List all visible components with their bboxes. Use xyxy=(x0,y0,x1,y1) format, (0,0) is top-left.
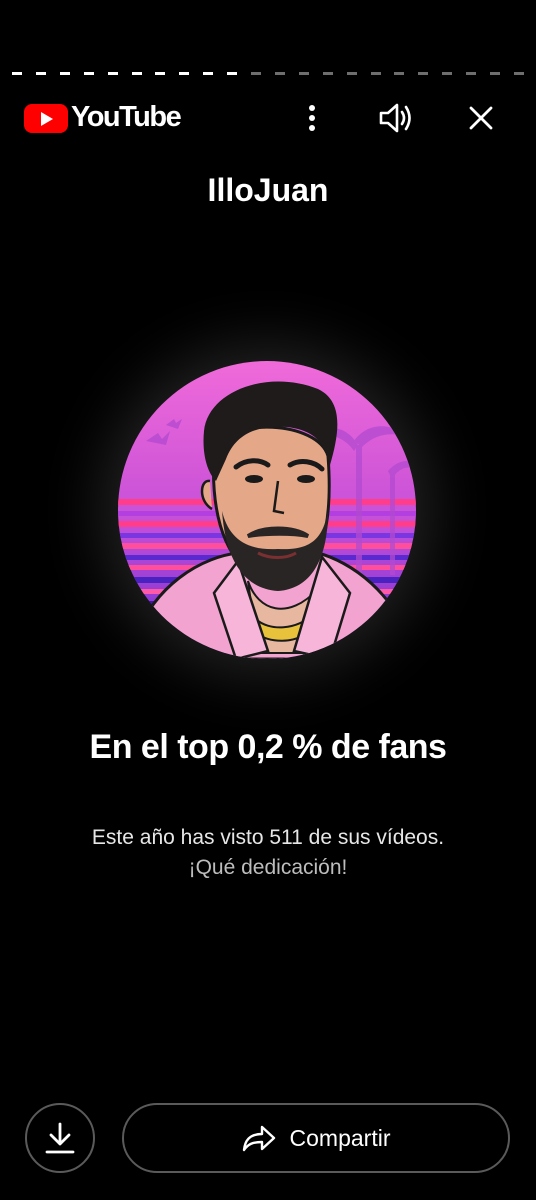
progress-segment xyxy=(83,72,94,75)
progress-segment xyxy=(179,72,190,75)
close-button[interactable] xyxy=(463,98,499,138)
volume-button[interactable] xyxy=(378,98,414,138)
progress-segment xyxy=(35,72,46,75)
download-button[interactable] xyxy=(25,1103,95,1173)
progress-segment xyxy=(298,72,309,75)
progress-segment xyxy=(59,72,70,75)
share-button[interactable]: Compartir xyxy=(122,1103,510,1173)
progress-segment xyxy=(131,72,142,75)
progress-segment xyxy=(514,72,524,75)
progress-segment xyxy=(394,72,405,75)
progress-segment xyxy=(251,72,262,75)
close-icon xyxy=(469,106,493,130)
progress-segment xyxy=(442,72,453,75)
progress-segment xyxy=(274,72,285,75)
progress-segment xyxy=(155,72,166,75)
youtube-logo-text: YouTube xyxy=(71,101,182,133)
progress-segment xyxy=(12,72,22,75)
progress-segment xyxy=(418,72,429,75)
share-button-label: Compartir xyxy=(289,1124,391,1151)
progress-segment xyxy=(346,72,357,75)
top-bar: YouTube xyxy=(0,96,536,140)
progress-segment xyxy=(370,72,381,75)
youtube-play-icon xyxy=(24,104,68,133)
channel-avatar xyxy=(118,361,416,659)
progress-segment xyxy=(490,72,501,75)
volume-icon xyxy=(379,103,411,133)
share-arrow-icon xyxy=(242,1125,275,1152)
channel-name: IlloJuan xyxy=(207,172,329,208)
progress-segment xyxy=(466,72,477,75)
avatar-illustration xyxy=(118,361,416,659)
progress-segment xyxy=(227,72,238,75)
fan-rank-headline: En el top 0,2 % de fans xyxy=(89,728,447,766)
progress-segment xyxy=(322,72,333,75)
videos-watched-text: Este año has visto 511 de sus vídeos. xyxy=(91,826,445,849)
progress-segment xyxy=(107,72,118,75)
download-icon xyxy=(45,1122,75,1154)
progress-segment xyxy=(203,72,214,75)
dedication-text: ¡Qué dedicación! xyxy=(188,856,348,879)
more-options-button[interactable] xyxy=(294,98,330,138)
story-progress-bar xyxy=(12,72,524,75)
more-vert-icon xyxy=(309,105,315,131)
youtube-logo: YouTube xyxy=(24,101,182,137)
